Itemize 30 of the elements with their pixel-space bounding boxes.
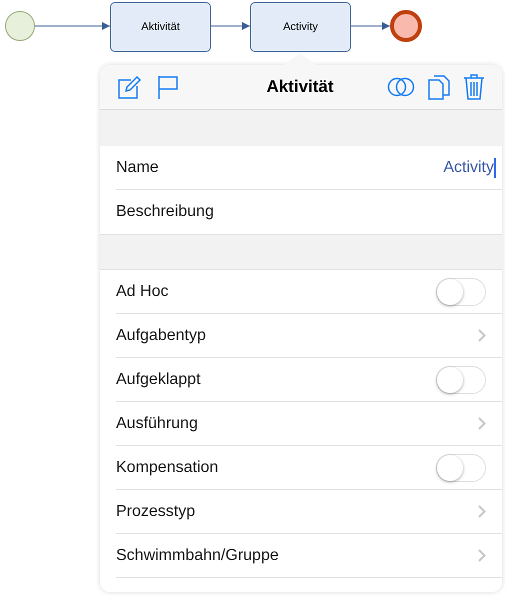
toggle-switch[interactable] [436,278,486,306]
row-label: Aufgeklappt [116,370,201,390]
text-cursor [494,158,496,178]
row-label: Aufgabentyp [116,326,206,346]
row-label: Ausführung [116,414,198,434]
start-event[interactable] [5,11,35,41]
task-node[interactable]: Activity [250,2,351,52]
connector-arrow [350,22,390,30]
row-label: Prozesstyp [116,502,196,522]
row-label: Name [116,158,159,178]
chevron-icon[interactable] [478,505,486,518]
row-label: Beschreibung [116,202,214,222]
row-label: Kompensation [116,458,218,478]
overlapping-circles-icon[interactable] [387,77,415,97]
end-event[interactable] [390,10,422,42]
row-label: Ad Hoc [116,282,168,302]
trash-icon[interactable] [463,74,485,100]
name-field[interactable]: Activity [294,156,494,180]
chevron-icon[interactable] [478,549,486,562]
task-node[interactable]: Aktivität [110,2,211,52]
flag-icon[interactable] [157,74,179,100]
chevron-icon[interactable] [478,417,486,430]
row-label: Schwimmbahn/Gruppe [116,546,279,566]
edit-icon[interactable] [117,74,142,100]
copy-icon[interactable] [428,74,450,100]
chevron-icon[interactable] [478,329,486,342]
toggle-switch[interactable] [436,366,486,394]
panel-title: Aktivität [265,76,335,98]
toggle-switch[interactable] [436,454,486,482]
connector-arrow [210,22,250,30]
